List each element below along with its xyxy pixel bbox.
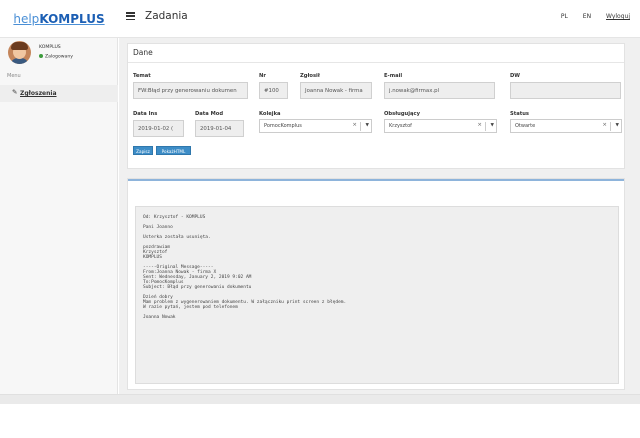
panel-accent-line xyxy=(128,179,624,181)
data-ins-field[interactable]: 2019-01-02 ( xyxy=(133,120,184,137)
temat-label: Temat xyxy=(133,73,151,79)
avatar xyxy=(8,41,31,64)
dw-field[interactable] xyxy=(510,82,621,99)
top-bar: helpKOMPLUS Zadania PL EN Wyloguj xyxy=(0,0,640,38)
email-field[interactable]: j.nowak@firmax.pl xyxy=(384,82,495,99)
top-right-links: PL EN Wyloguj xyxy=(548,13,630,20)
lang-en-link[interactable]: EN xyxy=(583,13,591,20)
online-status-icon xyxy=(39,54,43,58)
data-mod-field[interactable]: 2019-01-04 xyxy=(195,120,244,137)
status-label: Status xyxy=(510,111,529,117)
zglosil-field[interactable]: Joanna Nowak - firma xyxy=(300,82,372,99)
data-mod-label: Data Mod xyxy=(195,111,224,117)
nr-field[interactable]: #100 xyxy=(259,82,288,99)
menu-toggle-icon[interactable] xyxy=(126,12,135,21)
logo-text-help: help xyxy=(13,12,40,26)
sidebar: KOMPLUS Zalogowany Menu ✎ Zgłoszenia xyxy=(0,38,118,394)
user-name: KOMPLUS xyxy=(39,45,61,50)
message-panel: Od: Krzysztof - KOMPLUS Pani Joanno Uste… xyxy=(127,178,625,390)
menu-header: Menu xyxy=(7,73,21,79)
chevron-down-icon[interactable]: ▼ xyxy=(491,123,494,128)
lang-pl-link[interactable]: PL xyxy=(561,13,568,20)
sidebar-item-zgloszenia[interactable]: ✎ Zgłoszenia xyxy=(0,85,118,102)
temat-field[interactable]: FW:Błąd przy generowaniu dokumen xyxy=(133,82,248,99)
logout-link[interactable]: Wyloguj xyxy=(606,13,630,20)
main-content: Dane Temat FW:Błąd przy generowaniu doku… xyxy=(119,38,640,394)
status-select[interactable]: Otwarte × ▼ xyxy=(510,119,622,133)
save-button[interactable]: Zapisz xyxy=(133,146,153,155)
clear-icon[interactable]: × xyxy=(352,122,357,128)
app-logo[interactable]: helpKOMPLUS xyxy=(0,0,118,38)
show-html-button[interactable]: PokażHTML xyxy=(156,146,191,155)
obslugujacy-select[interactable]: Krzysztof × ▼ xyxy=(384,119,497,133)
user-status: Zalogowany xyxy=(39,54,73,60)
clear-icon[interactable]: × xyxy=(602,122,607,128)
obslugujacy-select-value: Krzysztof xyxy=(389,123,412,129)
footer-bar xyxy=(0,394,640,404)
nr-label: Nr xyxy=(259,73,266,79)
kolejka-select[interactable]: PomocKomplus × ▼ xyxy=(259,119,372,133)
chevron-down-icon[interactable]: ▼ xyxy=(366,123,369,128)
edit-icon: ✎ xyxy=(12,88,18,96)
page-title: Zadania xyxy=(145,10,188,22)
dw-label: DW xyxy=(510,73,521,79)
clear-icon[interactable]: × xyxy=(477,122,482,128)
kolejka-label: Kolejka xyxy=(259,111,281,117)
obslugujacy-label: Obsługujący xyxy=(384,111,420,117)
panel-divider xyxy=(128,62,624,63)
status-select-value: Otwarte xyxy=(515,123,536,129)
message-line: Joanna Nowak xyxy=(143,315,176,320)
data-ins-label: Data Ins xyxy=(133,111,158,117)
user-status-label: Zalogowany xyxy=(45,54,73,60)
panel-title: Dane xyxy=(133,48,153,57)
kolejka-select-value: PomocKomplus xyxy=(264,123,302,129)
email-label: E-mail xyxy=(384,73,403,79)
chevron-down-icon[interactable]: ▼ xyxy=(616,123,619,128)
logo-text-komplus: KOMPLUS xyxy=(39,12,105,26)
sidebar-item-label: Zgłoszenia xyxy=(20,90,57,97)
logo-link[interactable]: helpKOMPLUS xyxy=(13,12,104,26)
details-panel: Dane Temat FW:Błąd przy generowaniu doku… xyxy=(127,43,625,169)
message-body[interactable]: Od: Krzysztof - KOMPLUS Pani Joanno Uste… xyxy=(135,206,619,384)
zglosil-label: Zgłosił xyxy=(300,73,320,79)
